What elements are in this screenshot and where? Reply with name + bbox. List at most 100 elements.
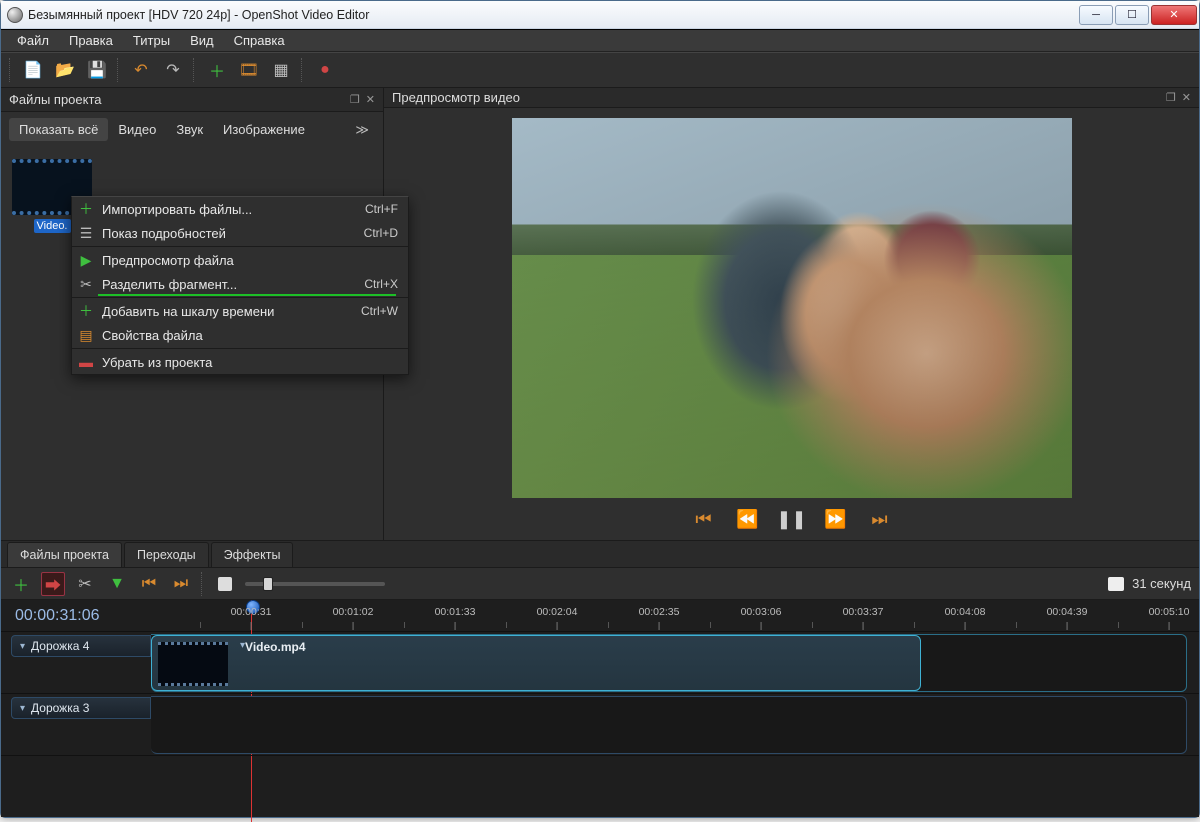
tab-transitions[interactable]: Переходы: [124, 542, 209, 567]
video-preview-panel: Предпросмотр видео ❐ ✕ ⏮ ⏪ ❚❚ ⏩ ⏭: [384, 88, 1199, 540]
properties-icon: ▤: [78, 327, 94, 343]
panel-undock-icon[interactable]: ❐: [1166, 91, 1176, 104]
ctx-split-clip[interactable]: ✂ Разделить фрагмент... Ctrl+X: [72, 272, 408, 296]
timeline-ruler[interactable]: 00:00:31 00:01:02 00:01:33 00:02:04 00:0…: [155, 600, 1199, 632]
ctx-shortcut: Ctrl+X: [364, 277, 398, 291]
redo-icon[interactable]: ↷: [161, 58, 185, 82]
panel-close-icon[interactable]: ✕: [366, 93, 375, 106]
prev-marker-icon[interactable]: ⏮: [137, 572, 161, 596]
menu-titles[interactable]: Титры: [123, 31, 180, 50]
tab-audio[interactable]: Звук: [166, 118, 213, 141]
video-frame[interactable]: [512, 118, 1072, 498]
ctx-preview-file[interactable]: ▶ Предпросмотр файла: [72, 248, 408, 272]
ctx-import-files[interactable]: ＋ Импортировать файлы... Ctrl+F: [72, 197, 408, 221]
ctx-add-to-timeline[interactable]: ＋ Добавить на шкалу времени Ctrl+W: [72, 299, 408, 323]
menu-view[interactable]: Вид: [180, 31, 224, 50]
tab-effects[interactable]: Эффекты: [211, 542, 294, 567]
filmstrip-icon[interactable]: 🎞: [237, 58, 261, 82]
window-title: Безымянный проект [HDV 720 24p] - OpenSh…: [28, 8, 1077, 22]
minimize-button[interactable]: ─: [1079, 5, 1113, 25]
new-project-icon[interactable]: 📄: [21, 58, 45, 82]
close-button[interactable]: ✕: [1151, 5, 1197, 25]
clip-thumbnail: [158, 642, 228, 686]
play-icon: ▶: [78, 252, 94, 268]
open-project-icon[interactable]: 📂: [53, 58, 77, 82]
panel-undock-icon[interactable]: ❐: [350, 93, 360, 106]
menu-help[interactable]: Справка: [224, 31, 295, 50]
list-icon: ☰: [78, 225, 94, 241]
ctx-label: Убрать из проекта: [102, 355, 212, 370]
track-label[interactable]: ▾ Дорожка 3: [11, 697, 151, 719]
ctx-label: Импортировать файлы...: [102, 202, 252, 217]
app-window: Безымянный проект [HDV 720 24p] - OpenSh…: [0, 0, 1200, 818]
ctx-label: Добавить на шкалу времени: [102, 304, 274, 319]
track-label[interactable]: ▾ Дорожка 4: [11, 635, 151, 657]
timeline-clip[interactable]: ▾ Video.mp4: [151, 635, 921, 691]
ruler-tick: 00:01:02: [333, 606, 374, 618]
chevron-down-icon: ▾: [20, 703, 25, 714]
ctx-show-details[interactable]: ☰ Показ подробностей Ctrl+D: [72, 221, 408, 245]
track-body[interactable]: ▾ Video.mp4: [151, 634, 1187, 692]
menu-file[interactable]: Файл: [7, 31, 59, 50]
ruler-tick: 00:01:33: [435, 606, 476, 618]
menubar: Файл Правка Титры Вид Справка: [1, 30, 1199, 52]
menu-edit[interactable]: Правка: [59, 31, 123, 50]
tabs-overflow-icon[interactable]: ≫: [349, 122, 375, 138]
main-toolbar: 📄 📂 💾 ↶ ↷ ＋ 🎞 ▦ ●: [1, 52, 1199, 88]
project-files-title: Файлы проекта: [9, 92, 102, 107]
undo-icon[interactable]: ↶: [129, 58, 153, 82]
timeline-header: 00:00:31:06 00:00:31 00:01:02 00:01:33 0…: [1, 600, 1199, 632]
import-icon[interactable]: ＋: [205, 58, 229, 82]
ctx-shortcut: Ctrl+W: [361, 304, 398, 318]
next-marker-icon[interactable]: ⏭: [169, 572, 193, 596]
ctx-label: Предпросмотр файла: [102, 253, 234, 268]
razor-icon[interactable]: ✂: [73, 572, 97, 596]
pause-icon[interactable]: ❚❚: [779, 506, 805, 532]
rewind-icon[interactable]: ⏪: [735, 506, 761, 532]
tab-project-files[interactable]: Файлы проекта: [7, 542, 122, 567]
tab-video[interactable]: Видео: [108, 118, 166, 141]
toolbar-separator: [201, 572, 205, 596]
plus-icon: ＋: [78, 201, 94, 217]
export-icon[interactable]: ●: [313, 58, 337, 82]
toolbar-separator: [193, 58, 197, 82]
ctx-file-properties[interactable]: ▤ Свойства файла: [72, 323, 408, 347]
jump-end-icon[interactable]: ⏭: [867, 506, 893, 532]
track-body[interactable]: [151, 696, 1187, 754]
ctx-remove-from-project[interactable]: ▬ Убрать из проекта: [72, 350, 408, 374]
lower-panel-tabs: Файлы проекта Переходы Эффекты: [1, 540, 1199, 568]
jump-start-icon[interactable]: ⏮: [691, 506, 717, 532]
zoom-indicator-icon: [1108, 577, 1124, 591]
ruler-tick: 00:04:39: [1047, 606, 1088, 618]
ruler-tick: 00:03:37: [843, 606, 884, 618]
fullscreen-icon[interactable]: ▦: [269, 58, 293, 82]
file-filter-tabs: Показать всё Видео Звук Изображение ≫: [1, 112, 383, 147]
track-3[interactable]: ▾ Дорожка 3: [1, 696, 1199, 756]
app-body: Файл Правка Титры Вид Справка 📄 📂 💾 ↶ ↷ …: [1, 29, 1199, 817]
plus-icon: ＋: [78, 303, 94, 319]
timeline-panel: 00:00:31:06 00:00:31 00:01:02 00:01:33 0…: [1, 600, 1199, 817]
zoom-slider[interactable]: [245, 582, 385, 586]
preview-header: Предпросмотр видео ❐ ✕: [384, 88, 1199, 108]
ruler-tick: 00:02:04: [537, 606, 578, 618]
clip-name: Video.mp4: [245, 640, 305, 654]
track-4[interactable]: ▾ Дорожка 4 ▾ Video.mp4: [1, 634, 1199, 694]
add-track-icon[interactable]: ＋: [9, 572, 33, 596]
panel-close-icon[interactable]: ✕: [1182, 91, 1191, 104]
zoom-seconds-label: 31 секунд: [1132, 576, 1191, 591]
fast-forward-icon[interactable]: ⏩: [823, 506, 849, 532]
titlebar: Безымянный проект [HDV 720 24p] - OpenSh…: [1, 1, 1199, 29]
tab-show-all[interactable]: Показать всё: [9, 118, 108, 141]
tab-image[interactable]: Изображение: [213, 118, 315, 141]
minus-icon: ▬: [78, 354, 94, 370]
app-icon: [7, 7, 23, 23]
preview-body: ⏮ ⏪ ❚❚ ⏩ ⏭: [384, 108, 1199, 540]
save-project-icon[interactable]: 💾: [85, 58, 109, 82]
snap-icon[interactable]: ⮕: [41, 572, 65, 596]
maximize-button[interactable]: ☐: [1115, 5, 1149, 25]
marker-dropdown-icon[interactable]: ▼: [105, 572, 129, 596]
center-playhead-icon[interactable]: [213, 572, 237, 596]
window-controls: ─ ☐ ✕: [1077, 5, 1197, 25]
project-files-header: Файлы проекта ❐ ✕: [1, 88, 383, 112]
zoom-slider-handle[interactable]: [263, 577, 273, 591]
